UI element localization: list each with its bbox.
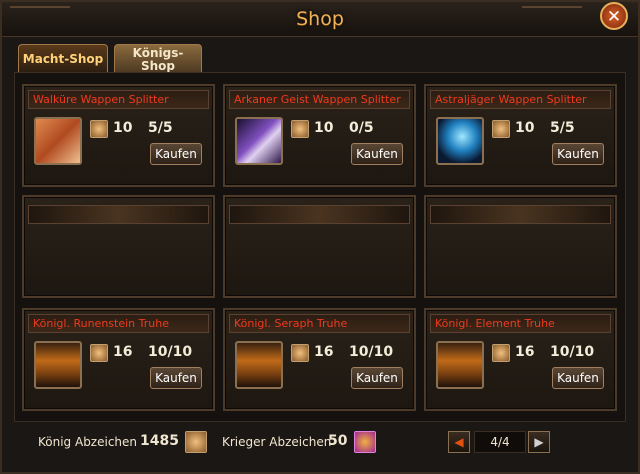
prev-page-button[interactable]: ◀ xyxy=(448,431,470,453)
item-cost: 10 xyxy=(515,120,535,136)
item-stock: 5/5 xyxy=(550,120,575,136)
shop-item-card: Königl. Seraph Truhe 16 10/10 Kaufen xyxy=(223,308,416,411)
arrow-right-icon: ▶ xyxy=(534,435,544,449)
buy-button[interactable]: Kaufen xyxy=(351,143,403,165)
item-name: Königl. Element Truhe xyxy=(435,317,555,330)
tab-macht-shop[interactable]: Macht-Shop xyxy=(18,44,108,74)
koenig-badge-icon xyxy=(291,344,309,362)
shop-item-card: Astraljäger Wappen Splitter 10 5/5 Kaufe… xyxy=(424,84,617,187)
shop-item-card: Königl. Element Truhe 16 10/10 Kaufen xyxy=(424,308,617,411)
buy-button[interactable]: Kaufen xyxy=(150,367,202,389)
item-header: Königl. Runenstein Truhe xyxy=(28,314,209,333)
item-cost: 16 xyxy=(314,344,334,360)
item-header: Königl. Seraph Truhe xyxy=(229,314,410,333)
koenig-badge-icon xyxy=(90,344,108,362)
empty-slot xyxy=(22,195,215,298)
empty-slot-header xyxy=(28,205,209,224)
item-header: Königl. Element Truhe xyxy=(430,314,611,333)
item-name: Astraljäger Wappen Splitter xyxy=(435,93,587,106)
item-header: Astraljäger Wappen Splitter xyxy=(430,90,611,109)
item-name: Königl. Seraph Truhe xyxy=(234,317,348,330)
arkaner-geist-portrait-icon xyxy=(235,117,283,165)
treasure-chest-icon xyxy=(436,341,484,389)
item-header: Arkaner Geist Wappen Splitter xyxy=(229,90,410,109)
koenig-badge-icon xyxy=(492,344,510,362)
buy-button[interactable]: Kaufen xyxy=(552,143,604,165)
title-bar: Shop xyxy=(2,2,638,37)
buy-button[interactable]: Kaufen xyxy=(150,143,202,165)
item-stock: 10/10 xyxy=(148,344,193,360)
koenig-abzeichen-icon xyxy=(185,431,207,453)
item-name: Walküre Wappen Splitter xyxy=(33,93,169,106)
item-header: Walküre Wappen Splitter xyxy=(28,90,209,109)
koenig-abzeichen-label: König Abzeichen xyxy=(38,435,138,449)
koenig-abzeichen-value: 1485 xyxy=(140,433,179,449)
treasure-chest-icon xyxy=(235,341,283,389)
krieger-abzeichen-icon xyxy=(354,431,376,453)
item-stock: 0/5 xyxy=(349,120,374,136)
close-icon: ✕ xyxy=(606,7,622,27)
krieger-abzeichen-value: 50 xyxy=(328,433,348,449)
shop-item-card: Walküre Wappen Splitter 10 5/5 Kaufen xyxy=(22,84,215,187)
item-name: Arkaner Geist Wappen Splitter xyxy=(234,93,401,106)
tab-koenigs-shop[interactable]: Königs- Shop xyxy=(114,44,202,74)
buy-button[interactable]: Kaufen xyxy=(351,367,403,389)
empty-slot xyxy=(223,195,416,298)
item-cost: 10 xyxy=(113,120,133,136)
walkuere-portrait-icon xyxy=(34,117,82,165)
koenig-badge-icon xyxy=(492,120,510,138)
koenig-badge-icon xyxy=(291,120,309,138)
empty-slot xyxy=(424,195,617,298)
krieger-abzeichen-label: Krieger Abzeichen xyxy=(222,435,332,449)
page-indicator: 4/4 xyxy=(474,431,526,453)
arrow-left-icon: ◀ xyxy=(454,435,464,449)
astraljaeger-portrait-icon xyxy=(436,117,484,165)
item-stock: 5/5 xyxy=(148,120,173,136)
shop-item-card: Königl. Runenstein Truhe 16 10/10 Kaufen xyxy=(22,308,215,411)
empty-slot-header xyxy=(430,205,611,224)
shop-item-card: Arkaner Geist Wappen Splitter 10 0/5 Kau… xyxy=(223,84,416,187)
treasure-chest-icon xyxy=(34,341,82,389)
item-cost: 10 xyxy=(314,120,334,136)
close-button[interactable]: ✕ xyxy=(600,2,628,30)
window-title: Shop xyxy=(296,8,344,30)
item-stock: 10/10 xyxy=(349,344,394,360)
next-page-button[interactable]: ▶ xyxy=(528,431,550,453)
empty-slot-header xyxy=(229,205,410,224)
item-cost: 16 xyxy=(515,344,535,360)
buy-button[interactable]: Kaufen xyxy=(552,367,604,389)
shop-window: Shop ✕ Macht-Shop Königs- Shop Walküre W… xyxy=(0,0,640,474)
item-name: Königl. Runenstein Truhe xyxy=(33,317,169,330)
item-stock: 10/10 xyxy=(550,344,595,360)
koenig-badge-icon xyxy=(90,120,108,138)
item-cost: 16 xyxy=(113,344,133,360)
